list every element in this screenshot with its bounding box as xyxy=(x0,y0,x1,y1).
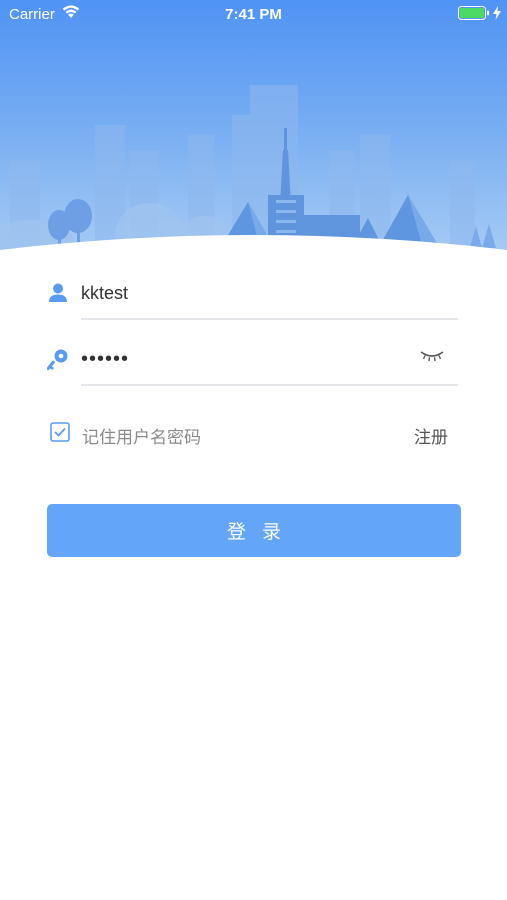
password-input[interactable] xyxy=(81,344,411,374)
eye-closed-icon[interactable] xyxy=(419,348,445,362)
status-time: 7:41 PM xyxy=(225,6,282,23)
key-icon xyxy=(47,349,68,371)
user-icon xyxy=(49,283,67,302)
password-field[interactable] xyxy=(47,344,458,388)
password-underline xyxy=(81,384,458,386)
checkbox-checked-icon[interactable] xyxy=(50,422,70,442)
username-field[interactable] xyxy=(47,278,458,322)
username-underline xyxy=(81,318,458,320)
city-skyline-illustration xyxy=(0,85,507,262)
login-button[interactable]: 登录 xyxy=(47,504,461,557)
register-link[interactable]: 注册 xyxy=(414,423,448,448)
username-input[interactable] xyxy=(81,278,411,308)
battery-icon xyxy=(458,6,489,20)
header-illustration: Carrier 7:41 PM xyxy=(0,0,507,262)
status-bar: Carrier 7:41 PM xyxy=(0,0,507,28)
remember-label: 记住用户名密码 xyxy=(82,428,201,448)
charging-bolt-icon xyxy=(493,6,501,20)
